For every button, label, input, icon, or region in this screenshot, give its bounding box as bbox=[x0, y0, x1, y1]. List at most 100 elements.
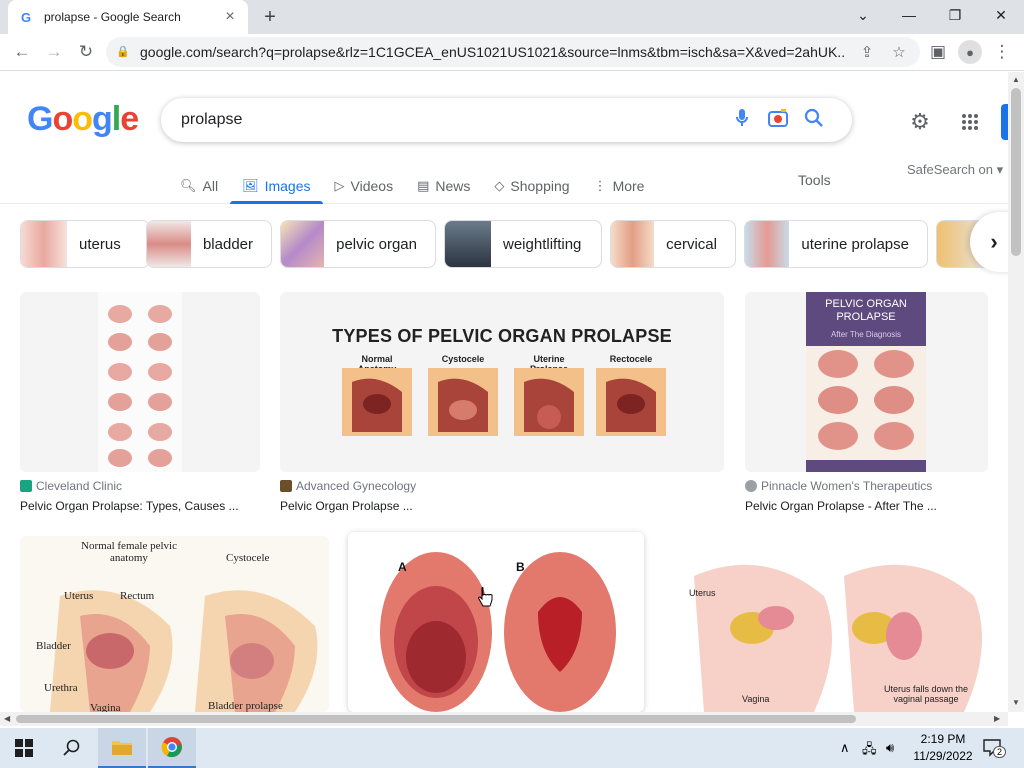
system-clock[interactable]: 2:19 PM 11/29/2022 bbox=[908, 731, 978, 765]
share-icon[interactable]: ⇪ bbox=[856, 43, 878, 61]
tab-more[interactable]: ⋮ More bbox=[582, 168, 657, 204]
profile-avatar-icon[interactable]: ● bbox=[958, 40, 982, 64]
tab-shopping[interactable]: ◇ Shopping bbox=[482, 168, 581, 204]
search-icon[interactable] bbox=[796, 108, 832, 133]
caret-down-icon: ▾ bbox=[993, 162, 1004, 177]
tag-icon: ◇ bbox=[494, 178, 505, 193]
image-result[interactable]: Cleveland Clinic Pelvic Organ Prolapse: … bbox=[20, 292, 260, 513]
clock-date: 11/29/2022 bbox=[913, 749, 973, 763]
tab-videos[interactable]: ▷ Videos bbox=[323, 168, 406, 204]
scroll-up-arrow-icon[interactable]: ▲ bbox=[1012, 75, 1020, 84]
new-tab-button[interactable]: + bbox=[258, 6, 282, 30]
result-image[interactable]: Normal female pelvic anatomy Cystocele U… bbox=[20, 536, 329, 712]
tab-search-icon[interactable]: ⌄ bbox=[840, 0, 886, 30]
image-result[interactable]: Normal female pelvic anatomy Cystocele U… bbox=[20, 536, 329, 712]
tab-images[interactable]: 🖼︎ Images bbox=[230, 168, 323, 204]
chip-thumbnail bbox=[281, 221, 325, 267]
image-label: Uterus falls down the vaginal passage bbox=[883, 684, 969, 704]
safesearch-toggle[interactable]: SafeSearch on ▾ bbox=[907, 162, 1003, 178]
search-icon[interactable] bbox=[48, 728, 96, 768]
chip-label: cervical bbox=[666, 235, 717, 253]
chip-label: pelvic organ bbox=[336, 235, 417, 253]
tools-button[interactable]: Tools bbox=[798, 172, 831, 188]
scroll-down-arrow-icon[interactable]: ▼ bbox=[1012, 698, 1020, 707]
url-text[interactable]: google.com/search?q=prolapse&rlz=1C1GCEA… bbox=[140, 44, 846, 60]
image-label: Rectum bbox=[120, 590, 155, 602]
image-label: Uterus bbox=[689, 588, 716, 598]
result-title[interactable]: Pelvic Organ Prolapse: Types, Causes ... bbox=[20, 499, 260, 513]
scroll-right-arrow-icon[interactable]: ▶ bbox=[994, 714, 1000, 723]
search-box[interactable] bbox=[161, 98, 852, 142]
chip-uterus[interactable]: uterus bbox=[20, 220, 150, 268]
tab-label: All bbox=[202, 178, 219, 194]
camera-lens-icon[interactable] bbox=[760, 108, 796, 133]
lock-icon[interactable]: 🔒 bbox=[116, 45, 130, 59]
google-header: Google ⚙ 🔍︎ All 🖼︎ Images ▷ Videos ▤ News ◇ S… bbox=[0, 72, 1008, 204]
result-image[interactable]: TYPES OF PELVIC ORGAN PROLAPSE Normal An… bbox=[280, 292, 724, 472]
vertical-scrollbar[interactable]: ▲ ▼ bbox=[1008, 72, 1024, 712]
reload-button[interactable]: ↻ bbox=[74, 40, 98, 64]
result-source[interactable]: Cleveland Clinic bbox=[20, 479, 260, 493]
result-image[interactable]: A B bbox=[348, 532, 644, 712]
scroll-left-arrow-icon[interactable]: ◀ bbox=[4, 714, 10, 723]
chip-uterine-prolapse[interactable]: uterine prolapse bbox=[744, 220, 928, 268]
windows-start-icon[interactable] bbox=[0, 728, 48, 768]
horizontal-scrollbar[interactable]: ◀ ▶ bbox=[0, 712, 1008, 726]
search-input[interactable] bbox=[181, 111, 724, 129]
result-title[interactable]: Pelvic Organ Prolapse - After The ... bbox=[745, 499, 988, 513]
browser-tab[interactable]: G prolapse - Google Search × bbox=[8, 0, 248, 34]
microphone-icon[interactable] bbox=[724, 108, 760, 133]
apps-grid-icon[interactable] bbox=[956, 108, 984, 136]
menu-kebab-icon[interactable]: ⋮ bbox=[990, 40, 1014, 64]
result-image[interactable] bbox=[20, 292, 260, 472]
image-result[interactable]: PELVIC ORGAN PROLAPSE After The Diagnosi… bbox=[745, 292, 988, 513]
chrome-icon[interactable] bbox=[148, 728, 196, 768]
network-icon[interactable]: 🖧︎ bbox=[862, 740, 877, 762]
result-source[interactable]: Advanced Gynecology bbox=[280, 479, 724, 493]
forward-button[interactable]: → bbox=[42, 40, 66, 64]
tab-news[interactable]: ▤ News bbox=[405, 168, 482, 204]
chip-pelvic-organ[interactable]: pelvic organ bbox=[280, 220, 436, 268]
notifications-icon[interactable]: 2 bbox=[982, 737, 1007, 760]
result-image[interactable]: PELVIC ORGAN PROLAPSE After The Diagnosi… bbox=[745, 292, 988, 472]
notification-count-badge: 2 bbox=[993, 746, 1007, 758]
image-result[interactable]: Uterus Vagina Uterus falls down the vagi… bbox=[664, 536, 988, 712]
source-name: Advanced Gynecology bbox=[296, 479, 417, 493]
google-logo[interactable]: Google bbox=[27, 100, 139, 139]
result-title[interactable]: Pelvic Organ Prolapse ... bbox=[280, 499, 724, 513]
side-panel-icon[interactable]: ▣ bbox=[926, 40, 950, 64]
chip-weightlifting[interactable]: weightlifting bbox=[444, 220, 602, 268]
image-label: Urethra bbox=[44, 682, 78, 694]
result-source[interactable]: Pinnacle Women's Therapeutics bbox=[745, 479, 988, 493]
windows-taskbar: ∧ 🖧︎ 🔊︎ 2:19 PM 11/29/2022 2 bbox=[0, 728, 1024, 768]
minimize-button[interactable]: — bbox=[886, 0, 932, 30]
image-result[interactable]: A B bbox=[348, 532, 644, 712]
image-result[interactable]: TYPES OF PELVIC ORGAN PROLAPSE Normal An… bbox=[280, 292, 724, 513]
vertical-scroll-thumb[interactable] bbox=[1011, 88, 1021, 256]
back-button[interactable]: ← bbox=[10, 40, 34, 64]
bookmark-star-icon[interactable]: ☆ bbox=[888, 43, 910, 61]
chip-bladder[interactable]: bladder bbox=[146, 220, 272, 268]
result-image[interactable]: Uterus Vagina Uterus falls down the vagi… bbox=[664, 536, 988, 712]
settings-gear-icon[interactable]: ⚙ bbox=[906, 108, 934, 136]
image-icon: 🖼︎ bbox=[242, 178, 259, 193]
image-label: Uterus bbox=[64, 590, 94, 602]
file-explorer-icon[interactable] bbox=[98, 728, 146, 768]
close-tab-icon[interactable]: × bbox=[222, 9, 238, 25]
tab-title: prolapse - Google Search bbox=[44, 10, 181, 24]
volume-icon[interactable]: 🔊︎ bbox=[886, 740, 894, 756]
chip-cervical[interactable]: cervical bbox=[610, 220, 736, 268]
tab-label: Images bbox=[264, 178, 311, 194]
tab-label: More bbox=[612, 178, 645, 194]
restore-button[interactable]: ❐ bbox=[932, 0, 978, 30]
more-dots-icon: ⋮ bbox=[593, 178, 607, 193]
sign-in-button[interactable] bbox=[1001, 104, 1008, 140]
horizontal-scroll-thumb[interactable] bbox=[16, 715, 856, 723]
address-bar[interactable]: 🔒 google.com/search?q=prolapse&rlz=1C1GC… bbox=[106, 37, 920, 67]
chip-label: uterus bbox=[79, 235, 121, 253]
show-hidden-icons-icon[interactable]: ∧ bbox=[840, 740, 850, 756]
image-label: Normal female pelvic anatomy bbox=[81, 540, 177, 564]
close-window-button[interactable]: ✕ bbox=[978, 0, 1024, 30]
source-name: Cleveland Clinic bbox=[36, 479, 123, 493]
tab-all[interactable]: 🔍︎ All bbox=[168, 168, 230, 204]
